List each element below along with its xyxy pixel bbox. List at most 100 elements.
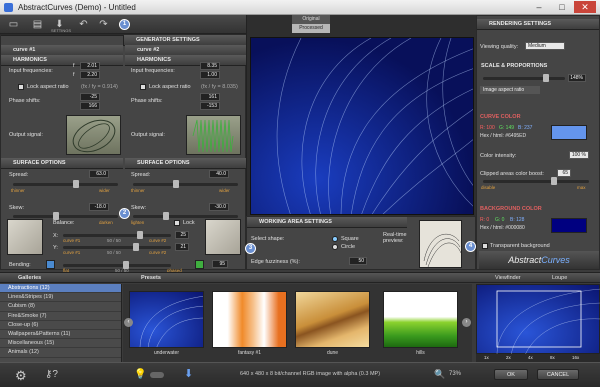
c2-py-input[interactable]: -153	[200, 102, 220, 110]
spread-label: Spread:	[9, 172, 29, 178]
circle-radio[interactable]	[332, 244, 338, 250]
working-area-header: WORKING AREA SETTINGS	[247, 217, 407, 228]
lock-balance-checkbox[interactable]	[174, 220, 180, 226]
c2-fy-input[interactable]: 1.00	[200, 71, 220, 79]
working-area-panel: WORKING AREA SETTINGS Select shape: Squa…	[246, 216, 476, 270]
category-item[interactable]: Close-up (6)	[0, 321, 121, 330]
c1-skew-input[interactable]: -18.0	[89, 203, 109, 211]
close-button[interactable]: ✕	[574, 1, 596, 13]
processed-tab[interactable]: Processed	[292, 24, 330, 33]
c2-skew-slider[interactable]	[133, 212, 238, 220]
viewfinder-zoom-bar: 1x 2x 4x 8x 16x	[476, 354, 600, 362]
c1-lock-aspect-checkbox[interactable]	[18, 84, 24, 90]
ok-button[interactable]: OK	[494, 369, 528, 380]
zoom-1x[interactable]: 1x	[484, 355, 489, 360]
rendering-settings-header: RENDERING SETTINGS	[477, 19, 599, 30]
scale-header: SCALE & PROPORTIONS	[481, 63, 548, 69]
balance-y-slider[interactable]	[63, 243, 171, 251]
zoom-8x[interactable]: 8x	[550, 355, 555, 360]
curve-color-swatch[interactable]	[551, 125, 587, 140]
c2-spread-slider[interactable]	[133, 180, 238, 188]
bending-input[interactable]: 95	[212, 260, 228, 268]
clipped-input[interactable]: 65	[557, 169, 571, 177]
c1-fx-input[interactable]: 2.01	[80, 62, 100, 70]
scroll-left-icon[interactable]: ‹	[124, 318, 133, 327]
zoom-16x[interactable]: 16x	[572, 355, 579, 360]
harmonics-header-2: HARMONICS	[125, 55, 246, 66]
preset-thumb-underwater[interactable]	[129, 291, 204, 348]
category-item[interactable]: Wallpapers&Patterns (11)	[0, 330, 121, 340]
maximize-button[interactable]: □	[551, 1, 573, 13]
scale-slider[interactable]	[483, 74, 565, 82]
c1-spread-input[interactable]: 63.0	[89, 170, 109, 178]
category-item[interactable]: Abstractions (12)	[0, 284, 121, 294]
intensity-input[interactable]: 100 %	[569, 151, 589, 159]
c1-px-input[interactable]: -25	[80, 93, 100, 101]
category-item[interactable]: Lines&Stripes (19)	[0, 293, 121, 303]
toolbar-strip	[1, 35, 123, 36]
new-file-icon[interactable]: ▭	[6, 17, 21, 32]
scroll-right-icon[interactable]: ›	[462, 318, 471, 327]
clipped-max: max	[577, 185, 586, 190]
viewing-quality-select[interactable]: Medium	[525, 42, 565, 50]
c2-lighten: lighten	[131, 220, 145, 225]
bending-slider[interactable]	[63, 261, 171, 269]
bg-b: B: 128	[510, 217, 525, 223]
scale-input[interactable]: 148%	[568, 74, 586, 82]
edge-fuzziness-input[interactable]: 50	[349, 257, 367, 265]
category-item[interactable]: Miscellaneous (15)	[0, 339, 121, 349]
square-radio[interactable]	[332, 236, 338, 242]
category-item[interactable]: Cubism (8)	[0, 302, 121, 312]
bg-color-swatch[interactable]	[551, 218, 587, 233]
key-icon[interactable]: ⚷?	[45, 369, 58, 380]
viewfinder-canvas[interactable]	[476, 284, 600, 356]
c2-skew-input[interactable]: -30.0	[209, 203, 229, 211]
title-bar: AbstractCurves (Demo) - Untitled – □ ✕	[0, 0, 600, 15]
window-title: AbstractCurves (Demo) - Untitled	[18, 3, 136, 12]
cancel-button[interactable]: CANCEL	[537, 369, 579, 380]
zoom-4x[interactable]: 4x	[528, 355, 533, 360]
clipped-slider[interactable]	[483, 177, 589, 185]
c2-spread-input[interactable]: 40.0	[209, 170, 229, 178]
bulb-icon[interactable]: 💡	[134, 369, 146, 380]
undo-icon[interactable]: ↶	[76, 17, 91, 32]
transparent-bg-checkbox[interactable]	[482, 243, 488, 249]
c1-spread-slider[interactable]	[13, 180, 118, 188]
c2-fx-input[interactable]: 8.35	[200, 62, 220, 70]
preset-thumb-hills[interactable]	[383, 291, 458, 348]
light-toggle[interactable]	[150, 372, 164, 378]
gear-icon[interactable]: ⚙	[15, 368, 27, 384]
c1-skew-slider[interactable]	[13, 212, 118, 220]
galleries-title: Galleries	[18, 275, 42, 281]
original-tab[interactable]: Original	[292, 15, 330, 24]
balance-x-slider[interactable]	[63, 231, 171, 239]
preview-canvas[interactable]	[250, 37, 474, 215]
preset-thumb-fantasy[interactable]	[212, 291, 287, 348]
badge-3: 3	[246, 244, 255, 253]
lock-balance-label: Lock	[183, 220, 195, 226]
c1-fy-input[interactable]: 2.20	[80, 71, 100, 79]
minimize-button[interactable]: –	[528, 1, 550, 13]
c2-lock-aspect-checkbox[interactable]	[140, 84, 146, 90]
preset-thumb-dune[interactable]	[295, 291, 370, 348]
balance-x-input[interactable]: 25	[175, 231, 189, 239]
logo-abstract: Abstract	[508, 255, 542, 265]
open-folder-icon[interactable]: ▤	[30, 17, 45, 32]
category-item[interactable]: Animals (12)	[0, 348, 121, 358]
balance-y-input[interactable]: 21	[175, 243, 189, 251]
curve-g: G: 149	[499, 125, 515, 131]
c1-py-input[interactable]: 166	[80, 102, 100, 110]
curve-color-header: CURVE COLOR	[480, 114, 521, 120]
zoom-icon[interactable]: 🔍	[434, 369, 445, 380]
categories-list: Abstractions (12) Lines&Stripes (19) Cub…	[0, 284, 122, 362]
redo-icon[interactable]: ↷	[96, 17, 111, 32]
bending-phased-icon	[195, 260, 204, 269]
export-icon[interactable]: ⬇	[184, 367, 193, 380]
aspect-ratio-select[interactable]: Image aspect ratio	[480, 86, 540, 94]
clipped-disable: disable	[481, 185, 496, 190]
c2-thinner: thinner	[131, 188, 145, 193]
c2-px-input[interactable]: 161	[200, 93, 220, 101]
category-item[interactable]: Fire&Smoke (7)	[0, 312, 121, 321]
select-shape-label: Select shape:	[251, 236, 285, 242]
zoom-2x[interactable]: 2x	[506, 355, 511, 360]
